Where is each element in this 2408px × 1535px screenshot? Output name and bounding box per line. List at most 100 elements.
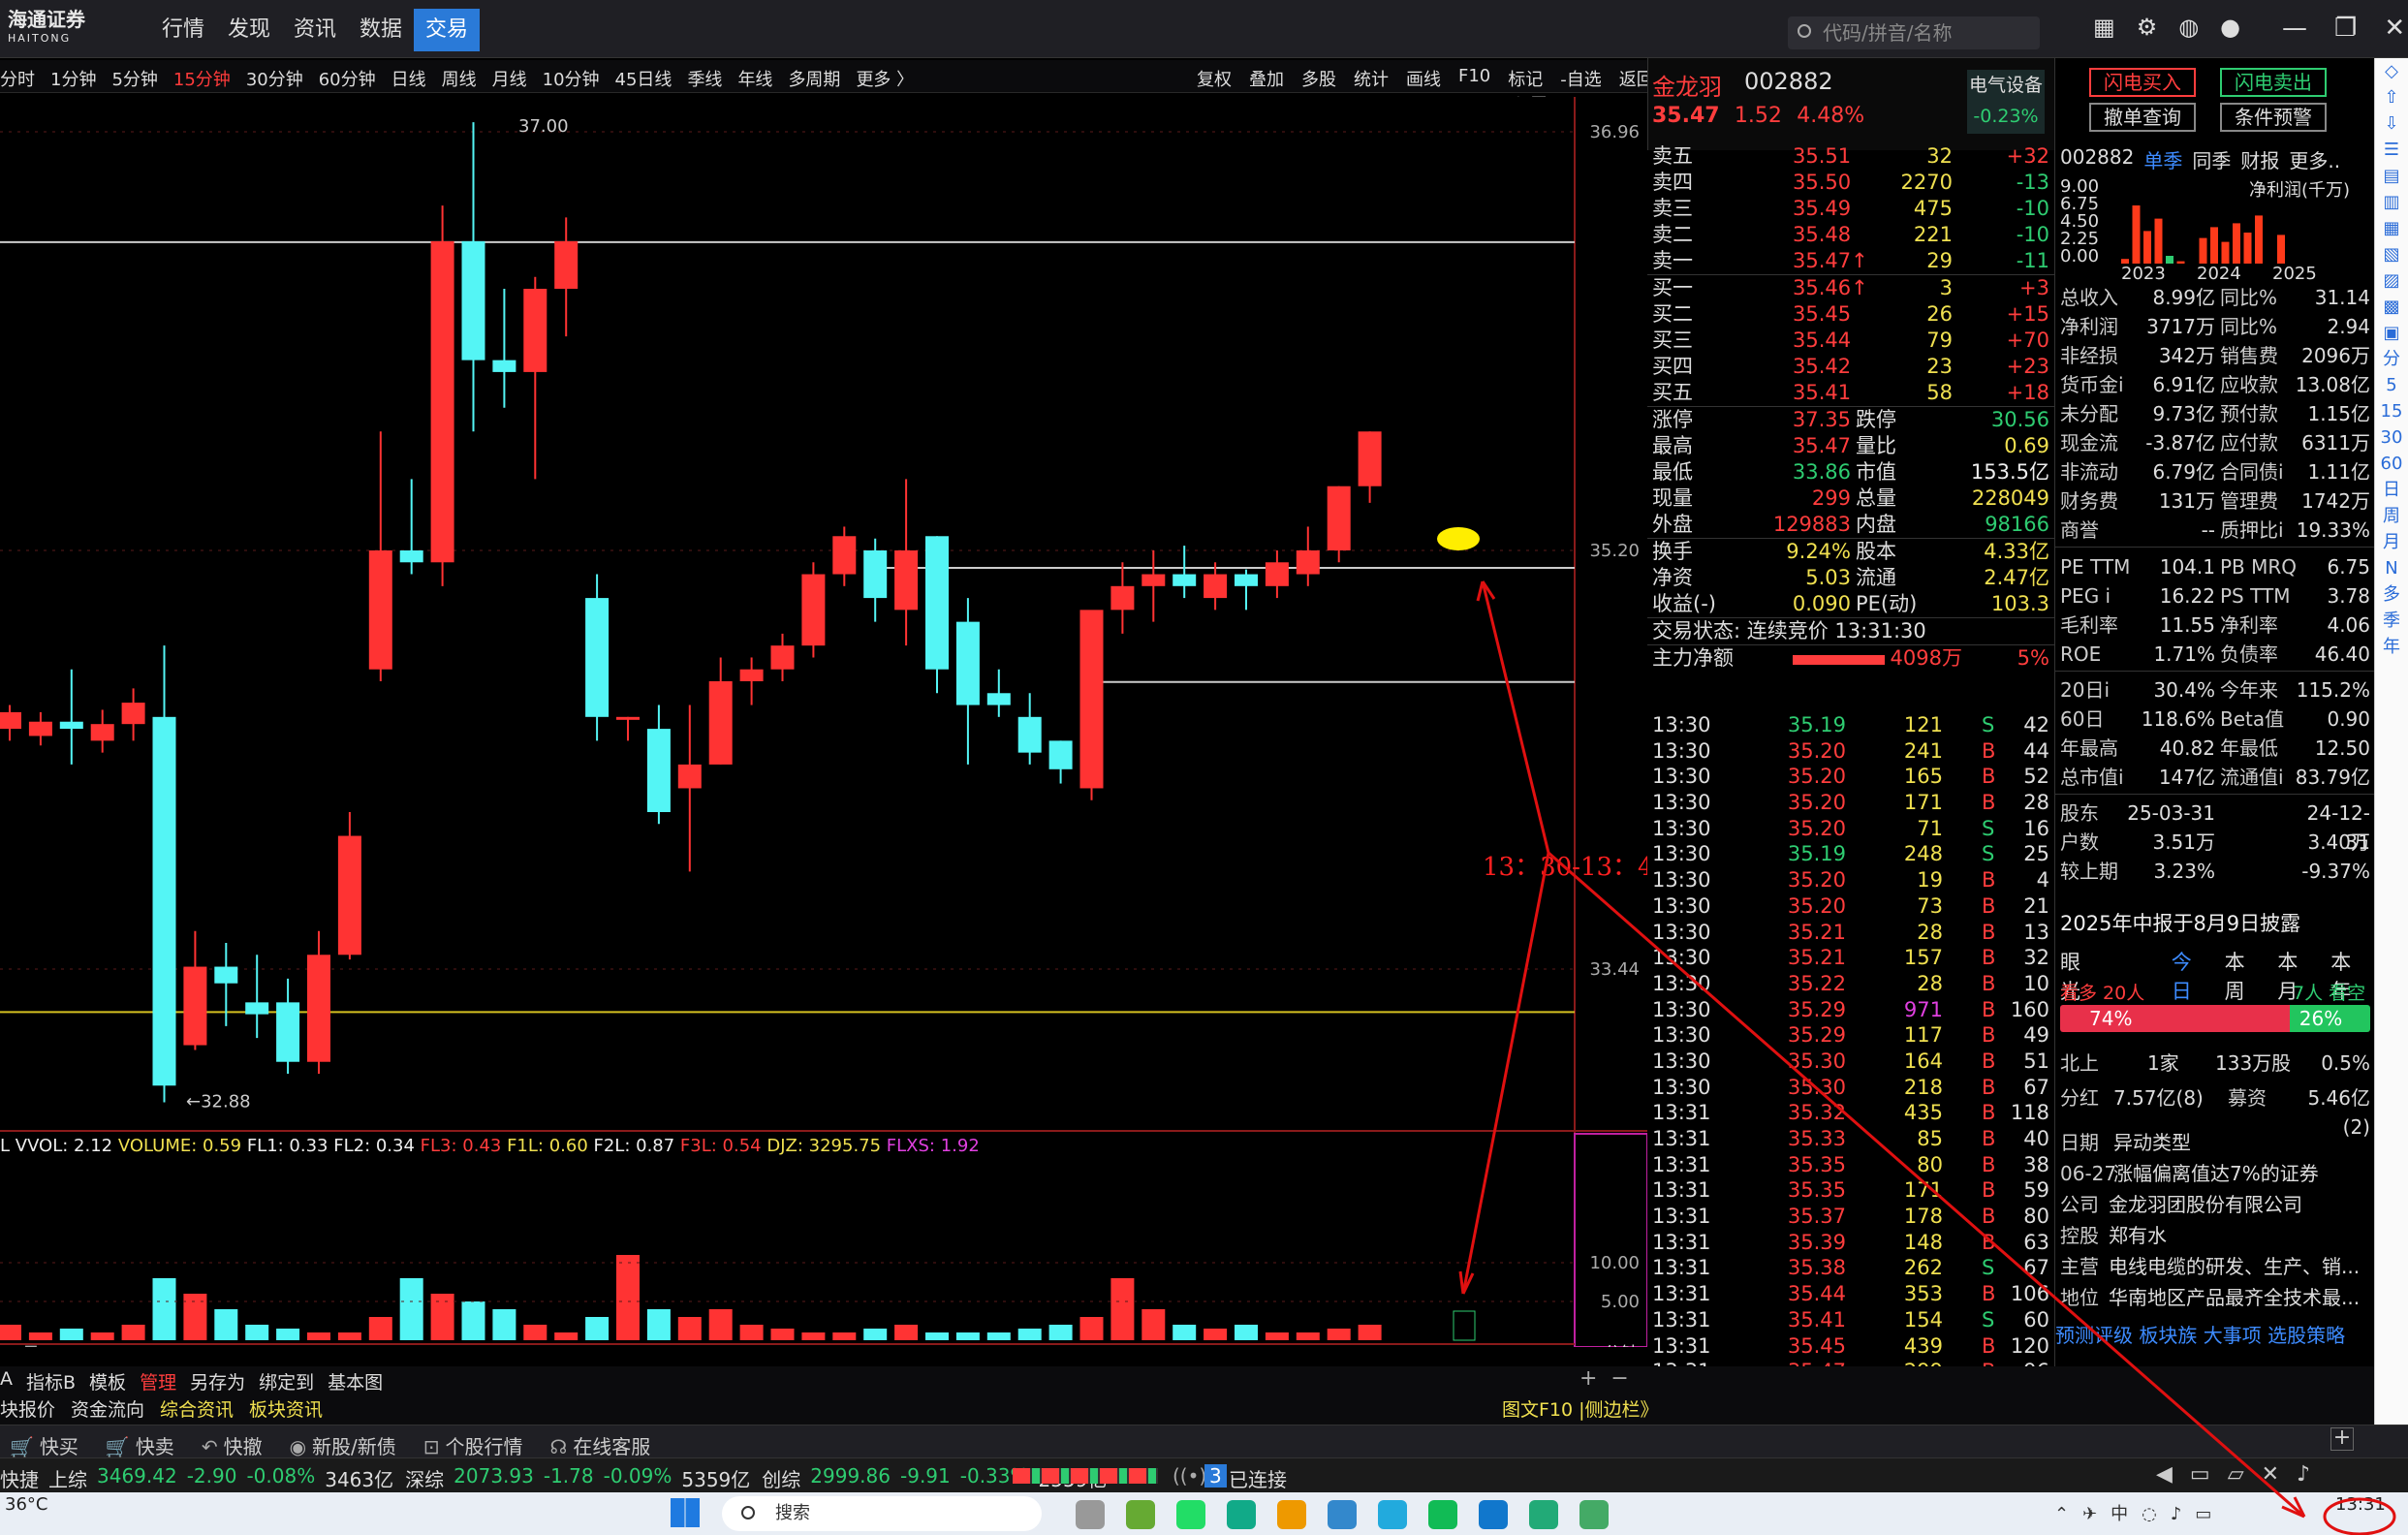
period-tab-0[interactable]: 分时 — [0, 66, 35, 91]
chart-link-3[interactable]: 管理 — [140, 1368, 176, 1394]
tool-3[interactable]: 统计 — [1354, 66, 1389, 91]
taskbar-app-icon[interactable] — [1378, 1500, 1407, 1529]
clock[interactable]: 13:31 — [2335, 1494, 2386, 1515]
period-tab-6[interactable]: 日线 — [391, 66, 426, 91]
chart-link-6[interactable]: 基本图 — [328, 1368, 383, 1394]
period-tab-9[interactable]: 10分钟 — [543, 66, 600, 91]
side-tool-icon[interactable]: ⇧ — [2375, 84, 2408, 110]
eye-tab-1[interactable]: 本周 — [2225, 947, 2265, 1005]
tool-4[interactable]: 画线 — [1406, 66, 1441, 91]
quick-action-1[interactable]: 🛒 快卖 — [106, 1431, 174, 1459]
quick-action-4[interactable]: ⊡ 个股行情 — [423, 1431, 523, 1459]
status-icons[interactable]: ◀▭▱✕♪ — [2156, 1462, 2328, 1487]
tool-1[interactable]: 叠加 — [1249, 66, 1284, 91]
tool-0[interactable]: 复权 — [1197, 66, 1232, 91]
side-period-2[interactable]: 15 — [2375, 398, 2408, 424]
nav-hangqing[interactable]: 行情 — [150, 9, 216, 51]
sector-tag[interactable]: 电气设备 -0.23% — [1967, 70, 2045, 134]
side-tool-icon[interactable]: ⇩ — [2375, 110, 2408, 137]
side-tool-icon[interactable]: ▦ — [2375, 215, 2408, 241]
close-icon[interactable]: ✕ — [2384, 14, 2405, 43]
period-tab-14[interactable]: 更多 〉 — [856, 66, 914, 91]
f10-tab-4[interactable]: 更多.. — [2289, 145, 2340, 173]
side-period-7[interactable]: 月 — [2375, 529, 2408, 555]
period-tab-13[interactable]: 多周期 — [788, 66, 840, 91]
f10-tab-1[interactable]: 单季 — [2143, 145, 2182, 173]
trade-button-1[interactable]: 闪电卖出 — [2220, 68, 2327, 97]
trade-button-3[interactable]: 条件预警 — [2220, 103, 2327, 132]
chart-link-4[interactable]: 另存为 — [190, 1368, 245, 1394]
chart-link-2[interactable]: 模板 — [89, 1368, 126, 1394]
trade-button-0[interactable]: 闪电买入 — [2089, 68, 2196, 97]
nav-zixun[interactable]: 资讯 — [282, 9, 348, 51]
side-tool-icon[interactable]: ▩ — [2375, 294, 2408, 320]
quick-action-3[interactable]: ◉ 新股/新债 — [290, 1431, 396, 1459]
period-tab-3[interactable]: 15分钟 — [173, 66, 231, 91]
weather-text[interactable]: 36°C — [5, 1494, 47, 1515]
side-period-6[interactable]: 周 — [2375, 503, 2408, 529]
period-tab-1[interactable]: 1分钟 — [50, 66, 96, 91]
taskbar-app-icon[interactable] — [1529, 1500, 1558, 1529]
f10-tab-0[interactable]: 002882 — [2060, 145, 2134, 173]
windows-icon[interactable] — [671, 1498, 700, 1527]
period-tab-5[interactable]: 60分钟 — [319, 66, 376, 91]
side-period-8[interactable]: N — [2375, 555, 2408, 581]
nav-shuju[interactable]: 数据 — [348, 9, 414, 51]
taskbar-app-icon[interactable] — [1479, 1500, 1508, 1529]
minimize-icon[interactable]: — — [2282, 14, 2307, 43]
search-input[interactable]: 代码/拼音/名称 — [1788, 16, 2040, 49]
nav-faxian[interactable]: 发现 — [216, 9, 282, 51]
zoom-icons[interactable]: + − — [1579, 1366, 1629, 1391]
side-period-0[interactable]: 分 — [2375, 346, 2408, 372]
nav-jiaoyi[interactable]: 交易 — [414, 9, 480, 51]
globe-icon[interactable]: ◍ — [2178, 14, 2199, 41]
period-tab-4[interactable]: 30分钟 — [246, 66, 303, 91]
f10-sidebar-link[interactable]: 图文F10 |侧边栏》 — [1502, 1395, 1659, 1422]
quick-action-2[interactable]: ↶ 快撤 — [202, 1431, 263, 1459]
side-tool-icon[interactable]: ▣ — [2375, 320, 2408, 346]
tray-icons[interactable]: ⌃✈中◌♪▭ — [2054, 1500, 2225, 1525]
taskbar-app-icon[interactable] — [1227, 1500, 1256, 1529]
info-link-1[interactable]: 资金流向 — [71, 1395, 144, 1422]
taskbar-app-icon[interactable] — [1328, 1500, 1357, 1529]
side-period-4[interactable]: 60 — [2375, 451, 2408, 477]
f10-tab-3[interactable]: 财报 — [2240, 145, 2279, 173]
taskbar-search[interactable]: 搜索 — [722, 1496, 1042, 1531]
kline-chart[interactable]: 36.96 35.20 33.44 37.00 ←32.88 10.00 5.00 L VVO… — [0, 97, 1647, 1347]
taskbar-app-icon[interactable] — [1579, 1500, 1609, 1529]
info-link-3[interactable]: 板块资讯 — [249, 1395, 323, 1422]
f10-tab-2[interactable]: 同季 — [2192, 145, 2231, 173]
index-quote[interactable]: 快捷 上综 3469.42 -2.90 -0.08% 3463亿 — [0, 1464, 393, 1492]
taskbar-app-icon[interactable] — [1176, 1500, 1205, 1529]
tool-5[interactable]: F10 — [1458, 66, 1490, 91]
period-tab-8[interactable]: 月线 — [492, 66, 527, 91]
info-link-0[interactable]: 块报价 — [0, 1395, 55, 1422]
side-tool-icon[interactable]: ▧ — [2375, 241, 2408, 267]
chart-link-1[interactable]: 指标B — [26, 1368, 76, 1394]
taskbar-app-icon[interactable] — [1428, 1500, 1457, 1529]
side-period-1[interactable]: 5 — [2375, 372, 2408, 398]
eye-tab-0[interactable]: 今日 — [2172, 947, 2211, 1005]
side-tool-icon[interactable]: ◇ — [2375, 58, 2408, 84]
plus-icon[interactable]: + — [2330, 1427, 2354, 1451]
side-tool-icon[interactable]: ▥ — [2375, 189, 2408, 215]
period-tab-7[interactable]: 周线 — [442, 66, 477, 91]
side-tool-icon[interactable]: ▤ — [2375, 163, 2408, 189]
chart-link-0[interactable]: A — [0, 1368, 13, 1394]
grid-icon[interactable]: ▦ — [2093, 14, 2115, 41]
tool-6[interactable]: 标记 — [1508, 66, 1543, 91]
chart-link-5[interactable]: 绑定到 — [259, 1368, 314, 1394]
quick-action-5[interactable]: ☊ 在线客服 — [550, 1431, 651, 1459]
side-period-11[interactable]: 年 — [2375, 634, 2408, 660]
chat-icon[interactable]: ● — [2220, 14, 2240, 41]
period-tab-11[interactable]: 季线 — [687, 66, 722, 91]
gear-icon[interactable]: ⚙ — [2137, 14, 2158, 41]
side-tool-icon[interactable]: ▨ — [2375, 267, 2408, 294]
tool-7[interactable]: -自选 — [1560, 66, 1602, 91]
tool-2[interactable]: 多股 — [1301, 66, 1336, 91]
maximize-icon[interactable]: ❐ — [2334, 14, 2357, 43]
side-period-3[interactable]: 30 — [2375, 424, 2408, 451]
info-link-2[interactable]: 综合资讯 — [160, 1395, 234, 1422]
quick-action-0[interactable]: 🛒 快买 — [10, 1431, 78, 1459]
taskbar-app-icon[interactable] — [1076, 1500, 1105, 1529]
